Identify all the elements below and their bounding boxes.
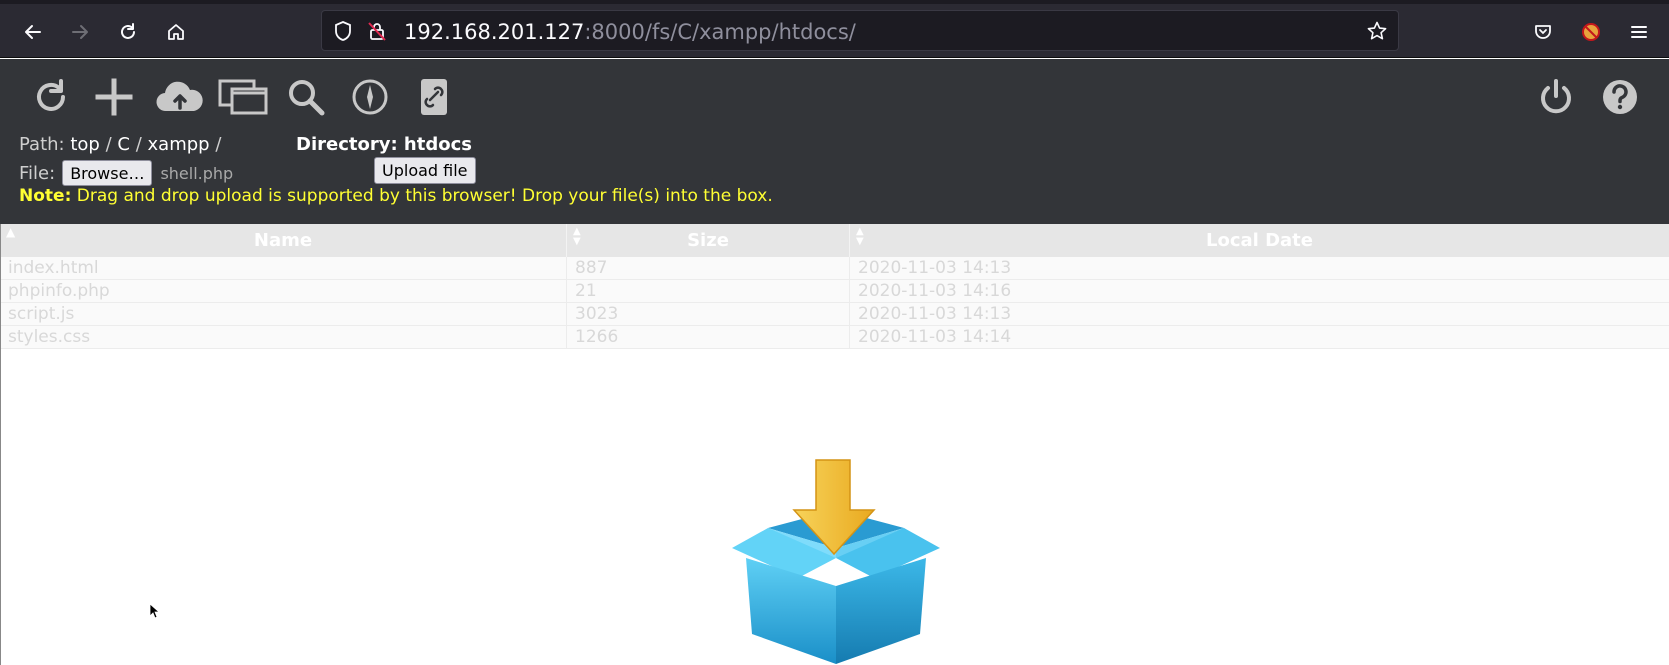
file-size-cell: 1266 <box>567 326 850 348</box>
link-icon <box>421 79 447 115</box>
address-bar[interactable]: 192.168.201.127:8000/fs/C/xampp/htdocs/ <box>321 10 1399 51</box>
note-text: Drag and drop upload is supported by thi… <box>71 186 773 206</box>
menu-button[interactable] <box>1621 14 1657 50</box>
search-tool-button[interactable] <box>284 75 328 119</box>
crumb-separator: / <box>215 134 222 155</box>
file-size-cell: 3023 <box>567 303 850 325</box>
url-host: 192.168.201.127 <box>404 20 585 44</box>
hamburger-menu-icon <box>1631 26 1647 38</box>
file-name-cell[interactable]: styles.css <box>0 326 567 348</box>
file-date-cell: 2020-11-03 14:13 <box>858 258 1012 278</box>
browse-button[interactable]: Browse… <box>62 160 153 186</box>
file-name-cell[interactable]: script.js <box>0 303 567 325</box>
drop-box-icon[interactable] <box>728 458 944 665</box>
pocket-button[interactable] <box>1525 14 1561 50</box>
crumb-separator: / <box>105 134 112 155</box>
mouse-pointer-icon <box>149 603 159 619</box>
table-row[interactable]: index.html 887 2020-11-03 14:13 <box>0 257 1669 280</box>
browser-toolbar: 192.168.201.127:8000/fs/C/xampp/htdocs/ <box>0 0 1669 58</box>
bookmark-star-icon[interactable] <box>1366 20 1388 42</box>
shield-icon[interactable] <box>332 20 354 42</box>
column-header-name[interactable]: ▲ Name <box>0 224 567 257</box>
drag-drop-note: Note: Drag and drop upload is supported … <box>19 186 773 206</box>
column-size-label: Size <box>687 230 729 251</box>
extension-icon <box>1582 23 1600 41</box>
upload-tool-button[interactable] <box>152 75 208 119</box>
crumb-xampp[interactable]: xampp <box>148 134 210 155</box>
back-button[interactable] <box>15 14 51 50</box>
table-header-row: ▲ Name ▲ ▼ Size ▲ ▼ Local Date <box>0 224 1669 257</box>
table-row[interactable]: script.js 3023 2020-11-03 14:13 <box>0 303 1669 326</box>
table-row[interactable]: phpinfo.php 21 2020-11-03 14:16 <box>0 280 1669 303</box>
search-icon <box>289 80 325 116</box>
file-size-cell: 21 <box>567 280 850 302</box>
compass-icon <box>352 79 388 115</box>
link-tool-button[interactable] <box>412 75 456 119</box>
directory-title: Directory: htdocs <box>296 134 472 155</box>
pocket-icon <box>1535 25 1551 39</box>
url-text[interactable]: 192.168.201.127:8000/fs/C/xampp/htdocs/ <box>404 20 856 44</box>
tab-strip-edge <box>0 0 1669 4</box>
plus-icon <box>95 78 133 116</box>
compass-tool-button[interactable] <box>348 75 392 119</box>
page-left-border <box>0 224 1 665</box>
file-chooser-row: File: Browse… shell.php <box>19 160 233 186</box>
forward-button[interactable] <box>62 14 98 50</box>
sort-both-icon: ▲ ▼ <box>856 226 864 247</box>
help-icon <box>1603 80 1637 114</box>
crumb-separator: / <box>135 134 142 155</box>
new-folder-tool-button[interactable] <box>92 75 136 119</box>
file-label: File: <box>19 162 56 184</box>
insecure-lock-icon[interactable] <box>366 20 388 42</box>
logout-tool-button[interactable] <box>1534 75 1578 119</box>
selected-file-name: shell.php <box>160 163 234 183</box>
crumb-top[interactable]: top <box>70 134 100 155</box>
home-button[interactable] <box>158 14 194 50</box>
column-header-date[interactable]: ▲ ▼ Local Date <box>850 224 1669 257</box>
path-label: Path: <box>19 134 65 155</box>
file-date-cell: 2020-11-03 14:13 <box>858 304 1012 324</box>
power-icon <box>1541 79 1571 114</box>
help-tool-button[interactable] <box>1598 75 1642 119</box>
sort-both-icon: ▲ ▼ <box>573 226 581 247</box>
note-label: Note: <box>19 186 72 206</box>
table-row[interactable]: styles.css 1266 2020-11-03 14:14 <box>0 326 1669 349</box>
refresh-icon <box>37 79 65 111</box>
file-date-cell: 2020-11-03 14:16 <box>858 281 1012 301</box>
column-header-size[interactable]: ▲ ▼ Size <box>567 224 850 257</box>
upload-file-button[interactable]: Upload file <box>374 157 476 184</box>
reload-button[interactable] <box>110 14 146 50</box>
sort-ascending-icon: ▲ <box>6 225 16 239</box>
file-date-cell: 2020-11-03 14:14 <box>858 327 1012 347</box>
file-name-cell[interactable]: index.html <box>0 257 567 279</box>
file-listing-table: ▲ Name ▲ ▼ Size ▲ ▼ Local Date index.html … <box>0 224 1669 349</box>
cloud-upload-icon <box>156 81 203 112</box>
column-date-label: Local Date <box>1206 230 1313 251</box>
home-icon <box>168 24 184 40</box>
file-size-cell: 887 <box>567 257 850 279</box>
file-name-cell[interactable]: phpinfo.php <box>0 280 567 302</box>
windows-icon <box>218 79 268 115</box>
back-arrow-icon <box>25 25 41 39</box>
crumb-c[interactable]: C <box>117 134 130 155</box>
file-server-header: Path: top / C / xampp / Directory: htdoc… <box>0 59 1669 224</box>
reload-icon <box>121 23 135 39</box>
multi-window-tool-button[interactable] <box>217 75 269 119</box>
path-breadcrumb: Path: top / C / xampp / <box>19 134 221 155</box>
forward-arrow-icon <box>72 25 88 39</box>
column-name-label: Name <box>253 230 313 251</box>
url-path: :8000/fs/C/xampp/htdocs/ <box>584 20 856 44</box>
extension-button[interactable] <box>1573 14 1609 50</box>
refresh-tool-button[interactable] <box>29 75 73 119</box>
